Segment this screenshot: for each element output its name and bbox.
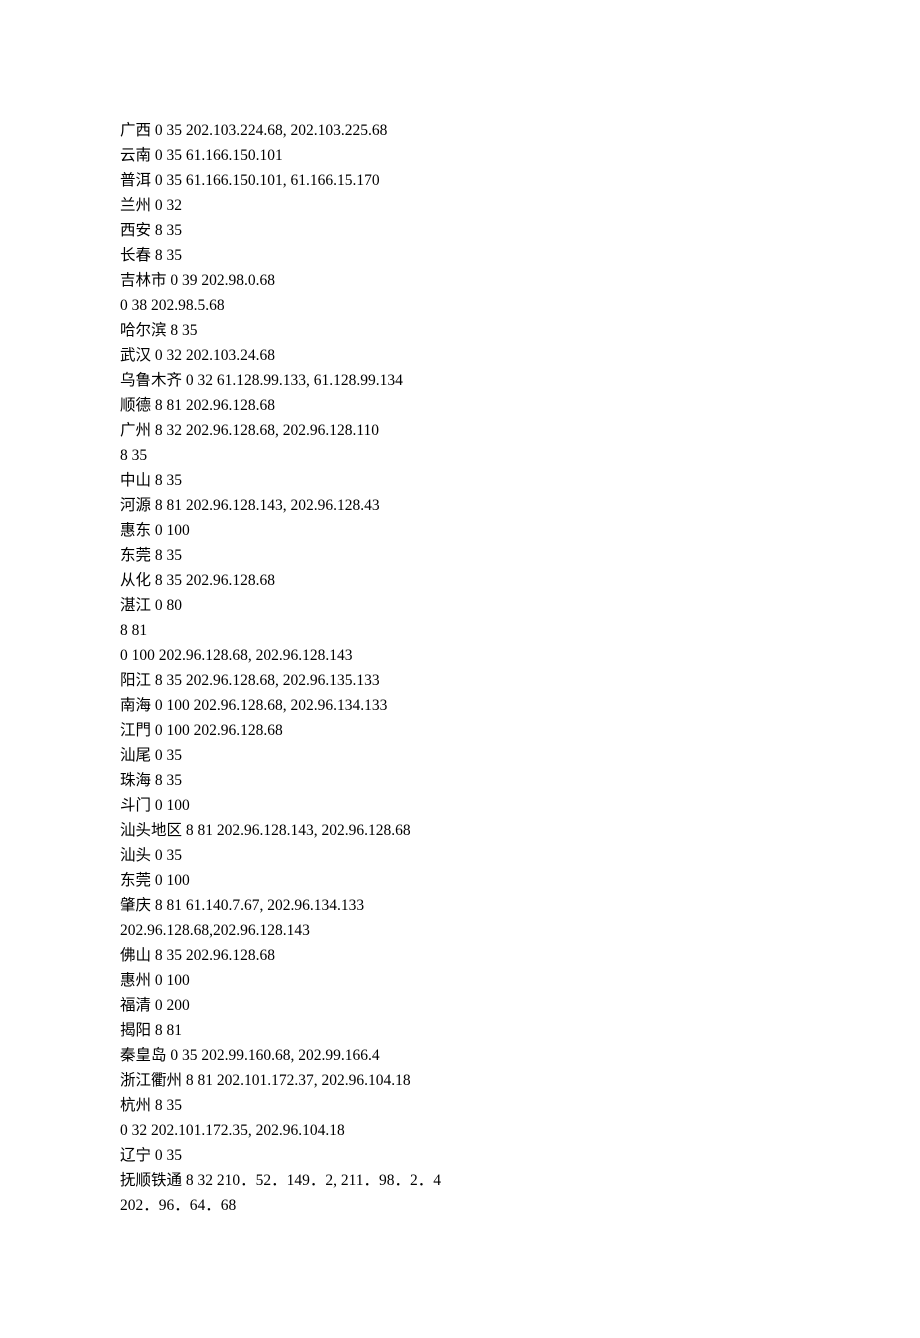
text-line: 顺德 8 81 202.96.128.68 [120,393,800,418]
text-line: 吉林市 0 39 202.98.0.68 [120,268,800,293]
text-line: 河源 8 81 202.96.128.143, 202.96.128.43 [120,493,800,518]
text-line: 杭州 8 35 [120,1093,800,1118]
text-line: 东莞 0 100 [120,868,800,893]
text-line: 0 100 202.96.128.68, 202.96.128.143 [120,643,800,668]
text-line: 兰州 0 32 [120,193,800,218]
text-line: 从化 8 35 202.96.128.68 [120,568,800,593]
text-line: 辽宁 0 35 [120,1143,800,1168]
text-line: 肇庆 8 81 61.140.7.67, 202.96.134.133 [120,893,800,918]
text-line: 惠东 0 100 [120,518,800,543]
text-line: 南海 0 100 202.96.128.68, 202.96.134.133 [120,693,800,718]
text-line: 汕头 0 35 [120,843,800,868]
text-line: 乌鲁木齐 0 32 61.128.99.133, 61.128.99.134 [120,368,800,393]
text-line: 广州 8 32 202.96.128.68, 202.96.128.110 [120,418,800,443]
text-line: 202．96．64．68 [120,1193,800,1218]
text-line: 0 38 202.98.5.68 [120,293,800,318]
text-line: 云南 0 35 61.166.150.101 [120,143,800,168]
text-line: 秦皇岛 0 35 202.99.160.68, 202.99.166.4 [120,1043,800,1068]
text-line: 8 35 [120,443,800,468]
text-line: 武汉 0 32 202.103.24.68 [120,343,800,368]
text-line: 长春 8 35 [120,243,800,268]
text-line: 阳江 8 35 202.96.128.68, 202.96.135.133 [120,668,800,693]
text-line: 西安 8 35 [120,218,800,243]
text-line: 江門 0 100 202.96.128.68 [120,718,800,743]
text-line: 斗门 0 100 [120,793,800,818]
text-line: 中山 8 35 [120,468,800,493]
text-line: 汕尾 0 35 [120,743,800,768]
text-line: 揭阳 8 81 [120,1018,800,1043]
document-page: 广西 0 35 202.103.224.68, 202.103.225.68云南… [0,0,920,1338]
text-line: 东莞 8 35 [120,543,800,568]
text-line: 佛山 8 35 202.96.128.68 [120,943,800,968]
text-line: 珠海 8 35 [120,768,800,793]
text-line: 惠州 0 100 [120,968,800,993]
text-line: 普洱 0 35 61.166.150.101, 61.166.15.170 [120,168,800,193]
text-line: 浙江衢州 8 81 202.101.172.37, 202.96.104.18 [120,1068,800,1093]
text-line: 0 32 202.101.172.35, 202.96.104.18 [120,1118,800,1143]
text-line: 202.96.128.68,202.96.128.143 [120,918,800,943]
text-line: 湛江 0 80 [120,593,800,618]
text-line: 哈尔滨 8 35 [120,318,800,343]
text-line: 汕头地区 8 81 202.96.128.143, 202.96.128.68 [120,818,800,843]
text-line: 福清 0 200 [120,993,800,1018]
text-line: 广西 0 35 202.103.224.68, 202.103.225.68 [120,118,800,143]
text-line: 8 81 [120,618,800,643]
text-line: 抚顺铁通 8 32 210．52．149．2, 211．98．2．4 [120,1168,800,1193]
